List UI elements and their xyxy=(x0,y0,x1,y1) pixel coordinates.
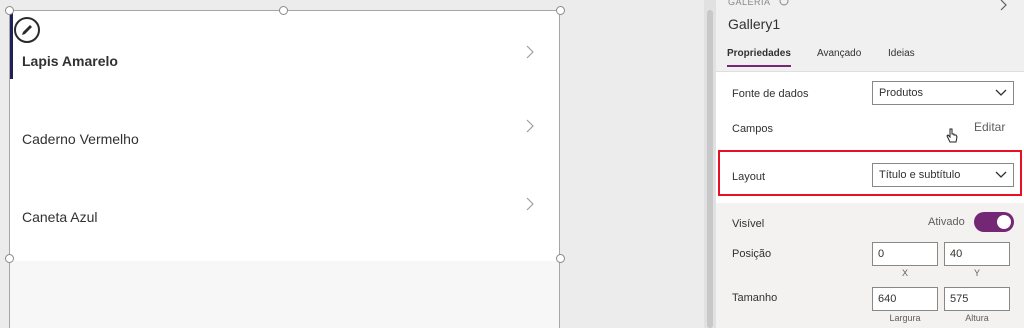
data-source-label: Fonte de dados xyxy=(732,88,809,100)
resize-handle[interactable] xyxy=(279,6,288,15)
size-label: Tamanho xyxy=(732,292,778,304)
gallery-row[interactable]: Caderno Vermelho xyxy=(10,89,559,167)
control-type-label: GALERIA xyxy=(728,0,771,7)
size-width-input[interactable]: 640 xyxy=(872,287,938,311)
gallery-control[interactable]: Lapis Amarelo Caderno Vermelho Caneta Az… xyxy=(9,10,560,328)
fields-label: Campos xyxy=(732,123,773,135)
gallery-row[interactable]: Caneta Azul xyxy=(10,167,559,245)
data-source-dropdown[interactable]: Produtos xyxy=(872,81,1014,105)
position-x-input[interactable]: 0 xyxy=(872,242,938,266)
scrollbar-thumb[interactable] xyxy=(707,10,713,328)
tab-ideas[interactable]: Ideias xyxy=(888,48,915,65)
visible-state-label: Ativado xyxy=(928,216,965,228)
properties-panel: GALERIA Gallery1 Propriedades Avançado I… xyxy=(716,0,1024,328)
layout-value: Título e subtítulo xyxy=(879,169,961,181)
visible-label: Visível xyxy=(732,218,765,230)
tab-advanced[interactable]: Avançado xyxy=(817,48,861,65)
position-label: Posição xyxy=(732,248,772,260)
size-height-value: 575 xyxy=(950,293,969,305)
row-title: Caneta Azul xyxy=(22,209,98,225)
layout-label: Layout xyxy=(732,171,766,183)
position-y-caption: Y xyxy=(973,268,980,278)
resize-handle[interactable] xyxy=(5,6,14,15)
edit-fields-link[interactable]: Editar xyxy=(974,120,1005,134)
row-title: Caderno Vermelho xyxy=(22,131,139,147)
toggle-knob xyxy=(997,215,1011,229)
chevron-right-icon[interactable] xyxy=(523,119,537,133)
row-title: Lapis Amarelo xyxy=(22,53,118,69)
chevron-down-icon xyxy=(995,89,1007,96)
position-x-value: 0 xyxy=(878,248,885,260)
resize-handle[interactable] xyxy=(556,6,565,15)
resize-handle[interactable] xyxy=(556,254,565,263)
visible-toggle[interactable] xyxy=(974,212,1014,232)
layout-dropdown[interactable]: Título e subtítulo xyxy=(872,163,1014,187)
size-width-caption: Largura xyxy=(889,313,921,323)
gallery-row[interactable]: Lapis Amarelo xyxy=(10,11,559,89)
tab-properties[interactable]: Propriedades xyxy=(727,48,791,67)
chevron-down-icon xyxy=(995,171,1007,178)
panel-tabs: Propriedades Avançado Ideias xyxy=(716,44,1024,72)
position-x-caption: X xyxy=(901,268,908,278)
canvas-area: Lapis Amarelo Caderno Vermelho Caneta Az… xyxy=(0,0,704,328)
hand-cursor-icon xyxy=(946,128,958,143)
resize-handle[interactable] xyxy=(5,254,14,263)
chevron-right-icon[interactable] xyxy=(523,197,537,211)
gallery-empty-area xyxy=(10,261,559,328)
edit-pencil-icon[interactable] xyxy=(14,17,40,43)
selected-row-indicator xyxy=(10,11,13,79)
position-y-value: 40 xyxy=(950,248,963,260)
position-y-input[interactable]: 40 xyxy=(944,242,1010,266)
size-height-input[interactable]: 575 xyxy=(944,287,1010,311)
control-name[interactable]: Gallery1 xyxy=(728,16,780,32)
panel-scrollbar[interactable] xyxy=(704,0,716,328)
data-source-value: Produtos xyxy=(879,87,924,99)
size-width-value: 640 xyxy=(878,293,897,305)
chevron-right-icon[interactable] xyxy=(998,0,1010,12)
chevron-right-icon[interactable] xyxy=(523,45,537,59)
panel-header: GALERIA Gallery1 xyxy=(716,0,1024,44)
size-height-caption: Altura xyxy=(965,313,989,323)
info-icon[interactable] xyxy=(779,0,789,6)
